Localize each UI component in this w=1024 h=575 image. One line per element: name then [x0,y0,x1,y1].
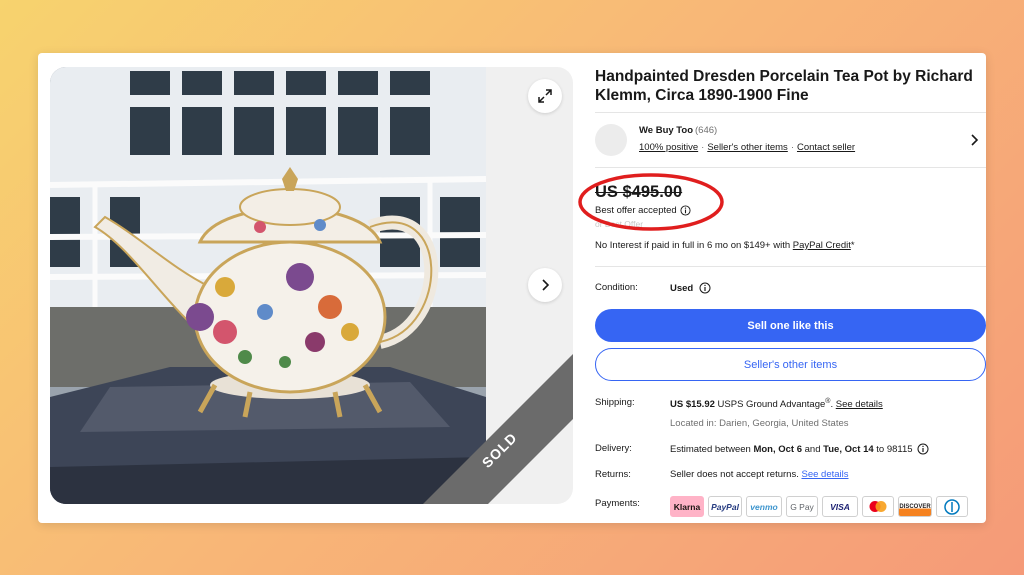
separator: · [790,142,794,153]
info-icon[interactable] [699,282,711,294]
financing-text: No Interest if paid in full in 6 mo on $… [595,240,793,251]
teapot-photo[interactable] [50,67,486,504]
seller-card[interactable]: We Buy Too (646) 100% positive · Seller's o… [595,112,986,168]
divider [595,266,986,267]
mastercard-logo [869,501,887,512]
venmo-icon: venmo [746,496,782,517]
discover-icon: DISCOVER [898,496,932,517]
next-image-button[interactable] [528,268,562,302]
financing-suffix: * [850,240,855,251]
delivery-prefix: Estimated between [670,443,754,455]
item-title: Handpainted Dresden Porcelain Tea Pot by… [595,68,973,104]
seller-feedback-count: (646) [695,125,718,136]
condition-value: Used [670,282,694,294]
seller-links: 100% positive · Seller's other items · Conta… [639,142,855,153]
condition-value-row: Used [670,282,711,294]
payment-methods: Klarna PayPal venmo G Pay VISA DISCOVER [670,496,968,517]
delivery-label: Delivery: [595,443,632,454]
klarna-icon: Klarna [670,496,704,517]
best-offer-faint-text: or Best Offer [595,219,644,229]
delivery-end-date: Tue, Oct 14 [823,443,874,455]
item-location: Located in: Darien, Georgia, United Stat… [670,418,849,429]
returns-text: Seller does not accept returns. [670,469,802,480]
sell-one-like-this-button[interactable]: Sell one like this [595,309,986,342]
mastercard-icon [862,496,894,517]
expand-icon [538,89,552,103]
delivery-and: and [802,443,824,455]
separator: · [701,142,705,153]
google-pay-icon: G Pay [786,496,818,517]
shipping-value: US $15.92 USPS Ground Advantage®. See de… [670,398,883,410]
payments-label: Payments: [595,498,640,509]
diners-club-logo [944,498,960,515]
best-offer-status: Best offer accepted [595,205,691,216]
delivery-value: Estimated between Mon, Oct 6 and Tue, Oc… [670,443,929,455]
contact-seller-link[interactable]: Contact seller [797,142,855,153]
item-details-panel: Handpainted Dresden Porcelain Tea Pot by… [578,67,986,517]
chevron-right-icon[interactable] [970,133,980,147]
condition-label: Condition: [595,282,638,293]
shipping-see-details-link[interactable]: See details [836,399,883,410]
financing-info: No Interest if paid in full in 6 mo on $… [595,240,855,251]
visa-icon: VISA [822,496,858,517]
seller-name-row[interactable]: We Buy Too (646) [639,125,717,136]
listing-card: SOLD Handpainted Dresden Porcelain Tea P… [38,53,986,523]
item-price: US $495.00 [595,183,683,201]
expand-image-button[interactable] [528,79,562,113]
image-gallery: SOLD [50,67,573,504]
seller-name[interactable]: We Buy Too [639,125,693,136]
delivery-zip: to 98115 [873,443,913,455]
seller-other-items-link[interactable]: Seller's other items [707,142,787,153]
returns-see-details-link[interactable]: See details [802,469,849,480]
returns-label: Returns: [595,469,631,480]
paypal-icon: PayPal [708,496,742,517]
returns-value: Seller does not accept returns. See deta… [670,469,849,480]
paypal-credit-link[interactable]: PayPal Credit [793,240,851,251]
shipping-label: Shipping: [595,397,635,408]
delivery-start-date: Mon, Oct 6 [753,443,802,455]
best-offer-text: Best offer accepted [595,205,677,216]
seller-other-items-button[interactable]: Seller's other items [595,348,986,381]
diners-club-icon [936,496,968,517]
seller-avatar[interactable] [595,124,627,156]
positive-feedback-link[interactable]: 100% positive [639,142,698,153]
shipping-service: USPS Ground Advantage [714,399,826,411]
info-icon[interactable] [680,205,691,216]
chevron-right-icon [542,279,550,291]
info-icon[interactable] [917,443,929,455]
shipping-amount: US $15.92 [670,399,715,411]
